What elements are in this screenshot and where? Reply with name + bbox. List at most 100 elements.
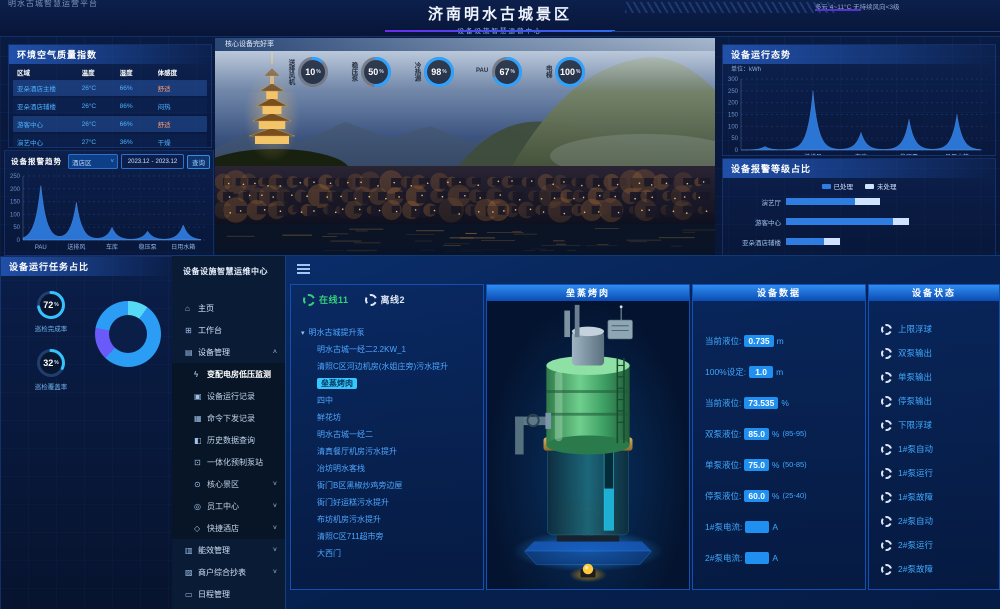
tree-item[interactable]: 垒蒸烤肉	[301, 375, 483, 392]
task-ratio-panel: 设备运行任务占比 72%巡检完成率32%巡检覆盖率	[0, 256, 173, 609]
alarm-trend-title: 设备报警趋势	[8, 155, 65, 168]
badge-value: 72%	[37, 291, 65, 319]
legend-label: 未处理	[877, 181, 897, 191]
temp-cell: 26°C	[82, 103, 120, 110]
sidebar-item[interactable]: ϟ变配电房低压监测	[172, 363, 285, 385]
gear-icon	[881, 444, 892, 455]
data-label: 单泵液位:	[705, 459, 741, 471]
temp-cell: 26°C	[82, 121, 120, 128]
bar-segment	[786, 238, 824, 245]
query-button[interactable]: 查询	[187, 155, 210, 169]
data-row: 当前液位:0.735m	[705, 325, 865, 356]
device-tree: ▾明水古城提升泵明水古城一经二2.2KW_1清照C区河边机房(水姐庄旁)污水提升…	[291, 324, 483, 562]
gear-icon	[881, 396, 892, 407]
date-range-input[interactable]: 2023.12 - 2023.12	[121, 154, 184, 169]
sidebar-item[interactable]: ⊙核心景区˅	[172, 473, 285, 495]
sidebar-item-workbench[interactable]: ⊞工作台	[172, 319, 285, 341]
sidebar-item[interactable]: ▥能效管理˅	[172, 539, 285, 561]
sidebar-item[interactable]: ◇快捷酒店˅	[172, 517, 285, 539]
svg-text:200: 200	[728, 101, 739, 107]
table-row: 亚朵酒店主楼26°C66%舒适	[13, 80, 207, 96]
gear-icon	[881, 564, 892, 575]
device-status-items: 上限浮球双泵输出单泵输出停泵输出下限浮球1#泵自动1#泵运行1#泵故障2#泵自动…	[869, 301, 999, 581]
offline-status-icon	[365, 294, 377, 306]
status-item: 2#泵自动	[881, 509, 999, 533]
bar-segment	[786, 218, 893, 225]
sidebar-item[interactable]: ▣设备运行记录	[172, 385, 285, 407]
feel-cell: 舒适	[158, 119, 207, 129]
menu-item-icon: ⊞	[185, 326, 198, 335]
tree-item[interactable]: 冶坊明水客栈	[301, 460, 483, 477]
date-separator: -	[151, 159, 153, 165]
tree-item[interactable]: 清照C区河边机房(水姐庄旁)污水提升	[301, 358, 483, 375]
submenu-group: ϟ变配电房低压监测▣设备运行记录▦命令下发记录◧历史数据查询⊡一体化预制泵站⊙核…	[172, 363, 285, 539]
sidebar-item[interactable]: ▭日程管理	[172, 583, 285, 605]
svg-text:250: 250	[10, 174, 21, 180]
area-cell: 亚朵酒店辅楼	[13, 101, 82, 111]
gauge-label: 冷热源	[413, 62, 420, 82]
alarm-level-legend: 已处理未处理	[723, 181, 995, 191]
tree-item[interactable]: 鲜花坊	[301, 409, 483, 426]
svg-text:日用水箱: 日用水箱	[945, 153, 969, 156]
tree-item[interactable]: 布坊机房污水提升	[301, 511, 483, 528]
badge-ring: 32%	[37, 349, 65, 377]
sidebar-item[interactable]: ▦命令下发记录	[172, 407, 285, 429]
tree-item[interactable]: 衙门好运糕污水提升	[301, 494, 483, 511]
menu-item-label: 变配电房低压监测	[207, 369, 271, 380]
sidebar-item-device-management[interactable]: ▤设备管理˄	[172, 341, 285, 363]
menu-item-label: 工作台	[198, 325, 222, 336]
data-value: 75.0	[744, 459, 769, 471]
tree-item[interactable]: 清真餐厅机房污水提升	[301, 443, 483, 460]
gauge-ring: 50%	[361, 57, 391, 87]
gauge-ring: 10%	[298, 57, 328, 87]
device-status-summary: 在线11 离线2	[291, 285, 483, 306]
tree-item[interactable]: 大西门	[301, 545, 483, 562]
data-unit: A	[772, 522, 778, 532]
data-value: 60.0	[744, 490, 769, 502]
sidebar-item[interactable]: ▧运维管理˅	[172, 605, 285, 609]
status-item-label: 单泵输出	[898, 371, 932, 383]
sidebar-item[interactable]: ◧历史数据查询	[172, 429, 285, 451]
tree-root-node[interactable]: ▾明水古城提升泵	[301, 324, 483, 341]
menu-toggle-icon[interactable]	[297, 264, 310, 276]
tree-item[interactable]: 明水古城一经二2.2KW_1	[301, 341, 483, 358]
core-rate-gauge: 冷热源98%	[413, 57, 454, 87]
table-header-row: 区域温度湿度体感度	[13, 66, 207, 78]
feel-cell: 闷热	[158, 101, 207, 111]
menu-item-label: 一体化预制泵站	[207, 457, 263, 468]
tree-item[interactable]: 衙门B区黑椒炒鸡旁边屋	[301, 477, 483, 494]
chevron-down-icon: ˅	[273, 503, 277, 510]
sidebar-item[interactable]: ⊡一体化预制泵站	[172, 451, 285, 473]
gear-icon	[881, 540, 892, 551]
online-status: 在线11	[303, 293, 349, 306]
area-filter-select[interactable]: 酒店区 ˅	[68, 154, 118, 169]
tree-item[interactable]: 清照C区711超市旁	[301, 528, 483, 545]
data-label: 当前液位:	[705, 335, 741, 347]
gauge-label: 电梯	[544, 65, 551, 78]
core-rate-title: 核心设备完好率	[215, 38, 715, 51]
sidebar-item[interactable]: ◎员工中心˅	[172, 495, 285, 517]
bar-category-label: 演艺厅	[723, 197, 786, 207]
menu-item-icon: ◎	[194, 502, 207, 511]
menu-item-label: 商户综合抄表	[198, 567, 246, 578]
sidebar-item[interactable]: ▨商户综合抄表˅	[172, 561, 285, 583]
tree-item[interactable]: 四中	[301, 392, 483, 409]
bar-row: 演艺厅	[723, 195, 995, 208]
gauge-value: 50%	[361, 57, 391, 87]
air-quality-table: 区域温度湿度体感度亚朵酒店主楼26°C66%舒适亚朵酒店辅楼26°C86%闷热游…	[9, 64, 211, 148]
tree-item[interactable]: 明水古城一经二	[301, 426, 483, 443]
status-item: 1#泵故障	[881, 485, 999, 509]
data-value	[745, 521, 769, 533]
status-item-label: 1#泵运行	[898, 467, 933, 479]
menu-item-icon: ⊙	[194, 480, 207, 489]
core-rate-gauge: 送排风机 10%	[287, 57, 328, 87]
pump-panel-title: 垒蒸烤肉	[487, 285, 689, 301]
column-header: 区域	[13, 67, 82, 77]
data-range: (25-40)	[782, 491, 806, 500]
bar-segment	[893, 218, 909, 225]
gauge-label: 送排风机	[287, 59, 294, 85]
header-gradient-line	[385, 30, 615, 32]
chevron-down-icon: ˅	[273, 547, 277, 554]
sidebar-item-home[interactable]: ⌂主页	[172, 297, 285, 319]
gauge-value: 100%	[555, 57, 585, 87]
